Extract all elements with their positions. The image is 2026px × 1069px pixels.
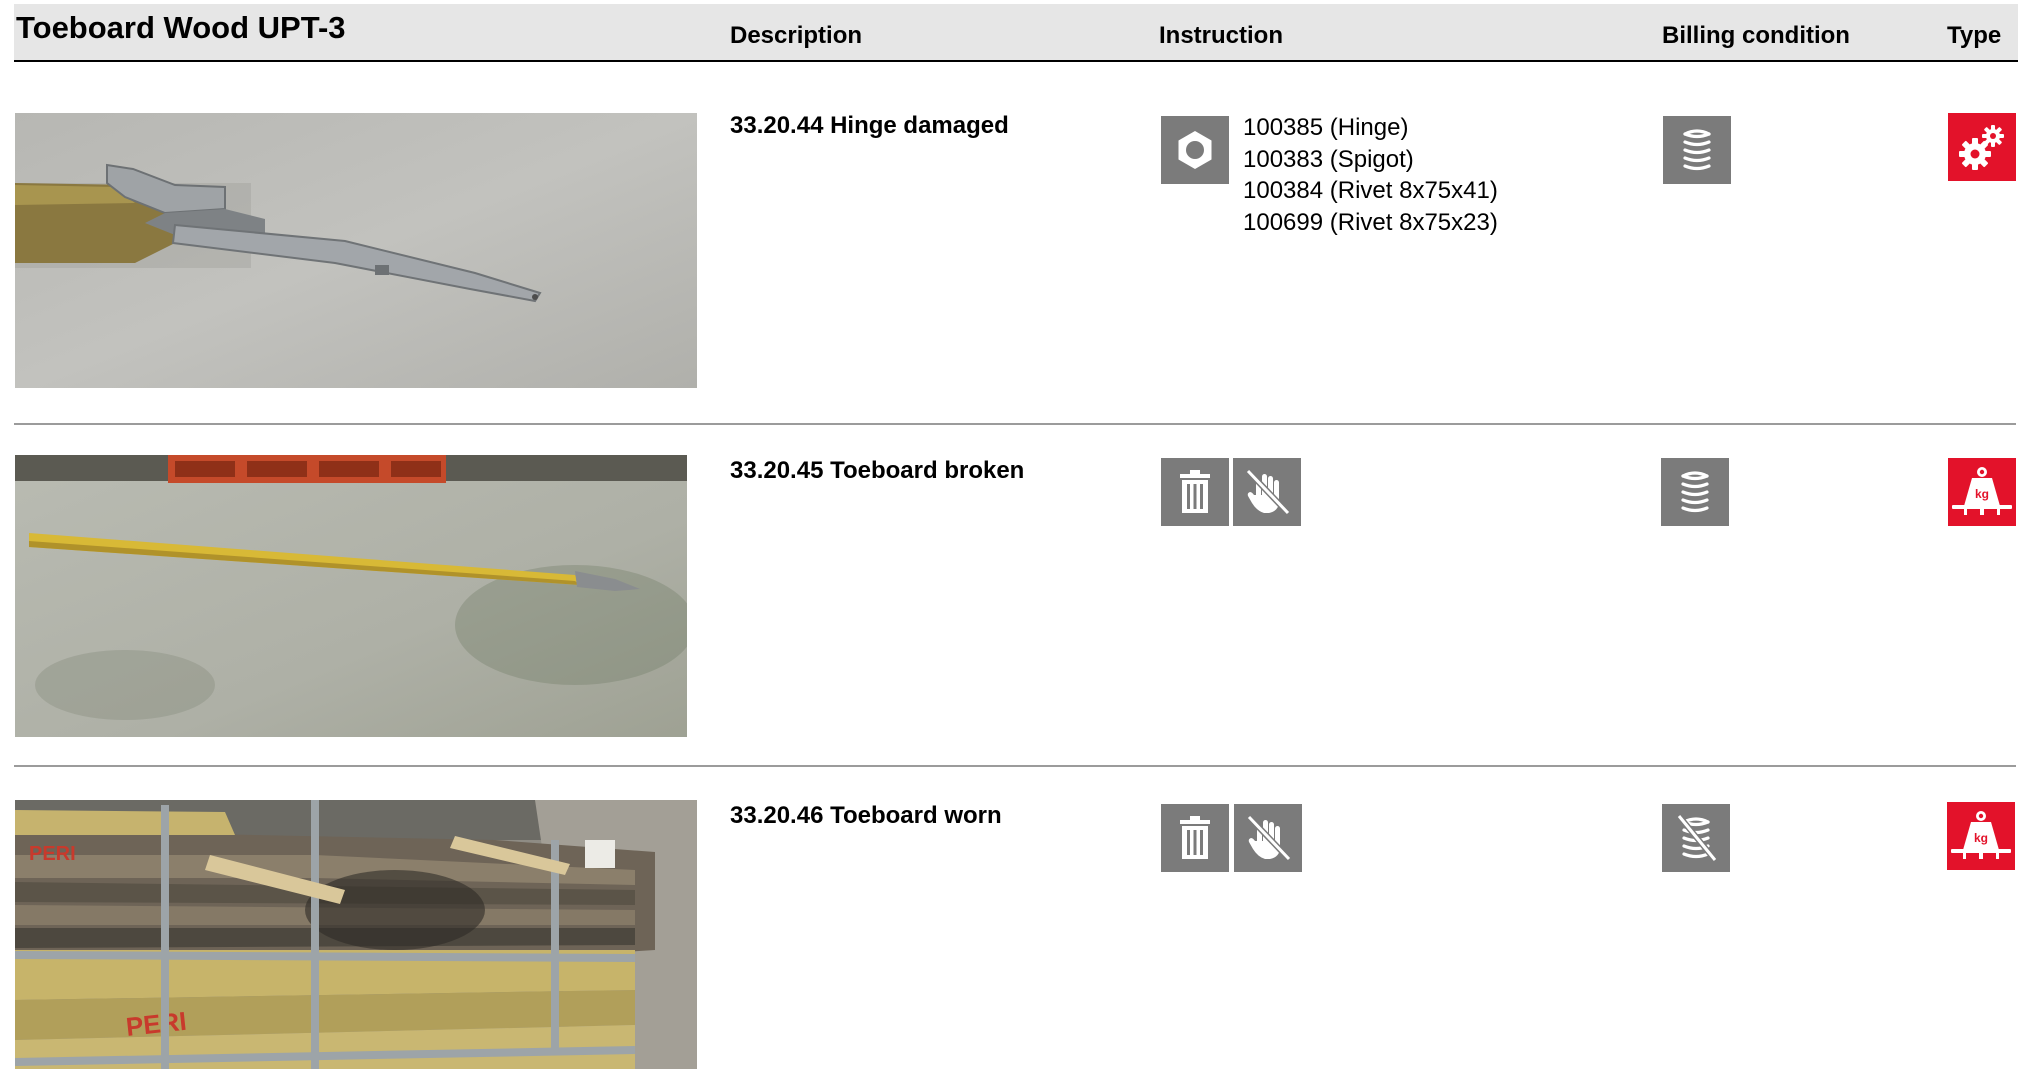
svg-text:kg: kg xyxy=(1975,487,1989,501)
coil-stack-crossed-icon xyxy=(1662,804,1730,872)
crate-brand-label: PERI xyxy=(124,1006,187,1042)
trash-icon xyxy=(1161,458,1229,526)
document-title: Toeboard Wood UPT-3 xyxy=(16,10,346,45)
coil-stack-icon xyxy=(1661,458,1729,526)
part-item: 100383 (Spigot) xyxy=(1243,145,1414,173)
no-hand-icon xyxy=(1233,458,1301,526)
photo-toeboard-worn: PERI PERI xyxy=(15,800,697,1069)
row-2-description: 33.20.45 Toeboard broken xyxy=(730,457,1025,484)
weight-kg-icon: kg xyxy=(1948,458,2016,526)
svg-text:kg: kg xyxy=(1974,831,1988,845)
hex-nut-icon xyxy=(1161,116,1229,184)
table-header: Toeboard Wood UPT-3 Description Instruct… xyxy=(14,4,2018,62)
damage-catalog-page: Toeboard Wood UPT-3 Description Instruct… xyxy=(0,0,2026,1069)
column-header-type: Type xyxy=(1947,22,2002,49)
column-header-instruction: Instruction xyxy=(1159,22,1283,49)
part-item: 100699 (Rivet 8x75x23) xyxy=(1243,208,1498,236)
gears-icon xyxy=(1948,113,2016,181)
trash-icon xyxy=(1161,804,1229,872)
coil-stack-icon xyxy=(1663,116,1731,184)
weight-kg-icon: kg xyxy=(1947,802,2015,870)
row-divider xyxy=(14,423,2016,425)
photo-hinge-damaged xyxy=(15,113,697,388)
photo-toeboard-broken xyxy=(15,455,697,737)
replacement-parts-list: 100385 (Hinge) 100383 (Spigot) 100384 (R… xyxy=(1243,112,1498,238)
no-hand-icon xyxy=(1234,804,1302,872)
row-divider xyxy=(14,765,2016,767)
column-header-billing-condition: Billing condition xyxy=(1662,22,1850,49)
part-item: 100384 (Rivet 8x75x41) xyxy=(1243,177,1498,204)
row-3-description: 33.20.46 Toeboard worn xyxy=(730,802,1002,829)
row-1-description: 33.20.44 Hinge damaged xyxy=(730,112,1009,139)
column-header-description: Description xyxy=(730,22,863,49)
part-item: 100385 (Hinge) xyxy=(1243,114,1409,141)
crate-brand-label: PERI xyxy=(29,843,76,865)
